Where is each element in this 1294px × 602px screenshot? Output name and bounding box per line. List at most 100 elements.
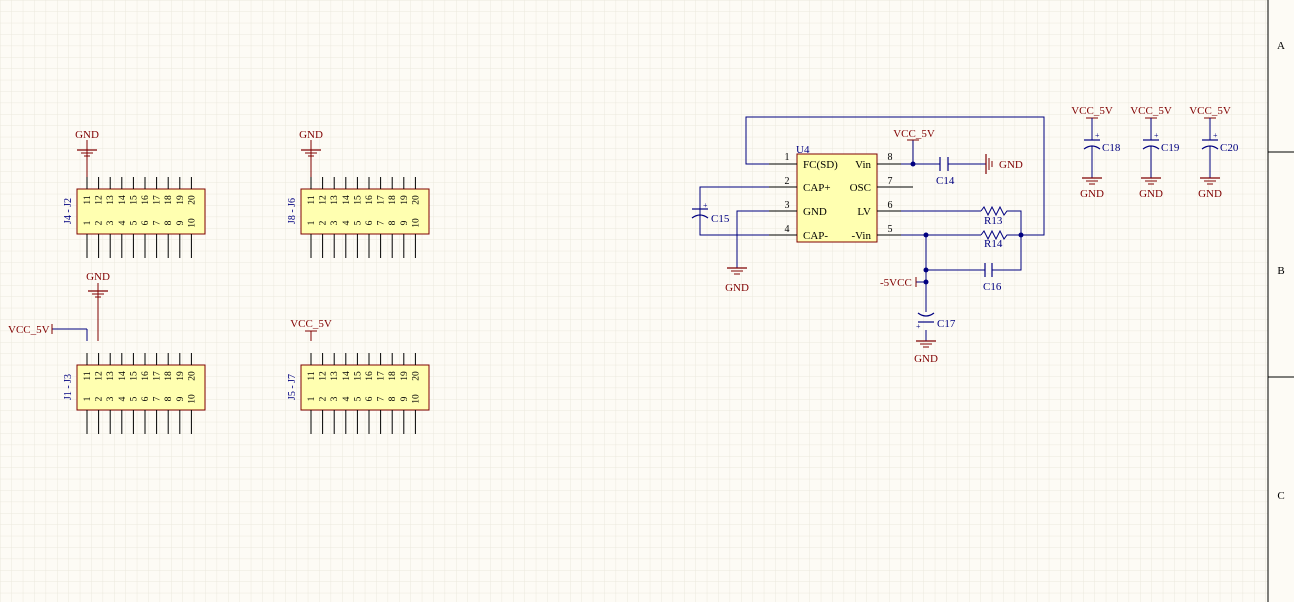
pin-number: 1: [83, 220, 93, 225]
svg-text:+: +: [1213, 131, 1218, 140]
pin-number: 8: [388, 396, 398, 401]
gnd-net-label: GND: [75, 129, 99, 141]
pin-number: 18: [388, 371, 398, 381]
pin-number: 11: [307, 195, 317, 204]
pin-number: 17: [153, 371, 163, 381]
pin-number: 12: [95, 371, 105, 381]
pin-number: 5: [129, 396, 139, 401]
pin-number: 10: [187, 394, 197, 404]
component-label: R13: [984, 215, 1003, 227]
pin-number: 5: [888, 224, 893, 235]
gnd-net-label: GND: [1139, 188, 1163, 200]
component-label: C18: [1102, 142, 1121, 154]
pin-number: 3: [106, 220, 116, 225]
pin-number: 14: [118, 195, 128, 205]
neg-5v-port[interactable]: -5VCC: [880, 277, 917, 289]
pin-number: 18: [164, 371, 174, 381]
vcc-5v-net-label: VCC_5V: [1071, 105, 1113, 117]
schematic-sheet: A B C J4 - J2 11 12 13 14 15 16 17 18 19 201 2 3 4 5 6 7…: [0, 0, 1294, 602]
pin-number: 6: [888, 200, 893, 211]
pin-number: 15: [129, 195, 139, 205]
pin-number: 7: [888, 176, 893, 187]
pin-number: 13: [106, 371, 116, 381]
pin-number: 1: [785, 152, 790, 163]
component-label: C19: [1161, 142, 1180, 154]
gnd-net-label: GND: [299, 129, 323, 141]
pin-number: 19: [400, 195, 410, 205]
grid-background: [0, 0, 1268, 602]
ic-designator: U4: [796, 144, 810, 156]
pin-number: 12: [95, 195, 105, 205]
vcc-5v-symbol[interactable]: VCC_5V: [893, 128, 935, 141]
pin-name: CAP-: [803, 230, 828, 242]
pin-number: 13: [330, 371, 340, 381]
pin-number: 10: [187, 218, 197, 228]
component-label: R14: [984, 238, 1003, 250]
pin-number: 9: [176, 396, 186, 401]
pin-number: 6: [365, 220, 375, 225]
pin-name: -Vin: [851, 230, 871, 242]
gnd-net-label: GND: [914, 353, 938, 365]
pin-number: 17: [377, 371, 387, 381]
pin-number: 2: [319, 220, 329, 225]
pin-number: 16: [365, 371, 375, 381]
component-label: C16: [983, 281, 1002, 293]
pin-number: 6: [141, 396, 151, 401]
pin-number: 2: [95, 220, 105, 225]
svg-text:+: +: [1154, 131, 1159, 140]
pin-number: 7: [153, 396, 163, 401]
pin-number: 9: [400, 396, 410, 401]
pin-number: 10: [411, 218, 421, 228]
svg-text:+: +: [916, 322, 921, 331]
pin-number: 4: [118, 396, 128, 401]
pin-number: 15: [353, 195, 363, 205]
pin-number: 6: [141, 220, 151, 225]
pin-number: 9: [400, 220, 410, 225]
pin-number: 20: [187, 195, 197, 205]
pin-number: 4: [342, 220, 352, 225]
pin-number: 3: [785, 200, 790, 211]
vcc-5v-net-label: VCC_5V: [290, 318, 332, 330]
pin-number: 19: [176, 195, 186, 205]
pin-number: 3: [106, 396, 116, 401]
pin-number: 4: [118, 220, 128, 225]
pin-name: GND: [803, 206, 827, 218]
pin-name: Vin: [855, 159, 871, 171]
neg-5v-net-label: -5VCC: [880, 277, 912, 289]
pin-number: 15: [129, 371, 139, 381]
pin-number: 2: [785, 176, 790, 187]
gnd-net-label: GND: [999, 159, 1023, 171]
gnd-net-label: GND: [725, 282, 749, 294]
pin-number: 2: [95, 396, 105, 401]
pin-number: 16: [365, 195, 375, 205]
pin-number: 14: [118, 371, 128, 381]
pin-number: 8: [888, 152, 893, 163]
pin-number: 17: [377, 195, 387, 205]
component-label: C14: [936, 175, 955, 187]
pin-number: 17: [153, 195, 163, 205]
svg-text:+: +: [703, 201, 708, 210]
zone-border: A B C: [1267, 0, 1294, 602]
pin-number: 20: [187, 371, 197, 381]
gnd-net-label: GND: [1198, 188, 1222, 200]
vcc-5v-net-label: VCC_5V: [1130, 105, 1172, 117]
pin-number: 20: [411, 195, 421, 205]
pin-number: 15: [353, 371, 363, 381]
component-label: C20: [1220, 142, 1239, 154]
pin-name: FC(SD): [803, 159, 838, 171]
pin-number: 9: [176, 220, 186, 225]
gnd-net-label: GND: [86, 271, 110, 283]
pin-number: 16: [141, 371, 151, 381]
vcc-5v-net-label: VCC_5V: [893, 128, 935, 140]
pin-number: 1: [307, 220, 317, 225]
pin-number: 7: [153, 220, 163, 225]
zone-label-c: C: [1277, 490, 1284, 502]
pin-number: 11: [83, 195, 93, 204]
pin-number: 19: [176, 371, 186, 381]
pin-number: 1: [307, 396, 317, 401]
pin-number: 14: [342, 371, 352, 381]
pin-number: 10: [411, 394, 421, 404]
pin-name: OSC: [850, 182, 871, 194]
pin-number: 18: [388, 195, 398, 205]
pin-number: 5: [353, 220, 363, 225]
